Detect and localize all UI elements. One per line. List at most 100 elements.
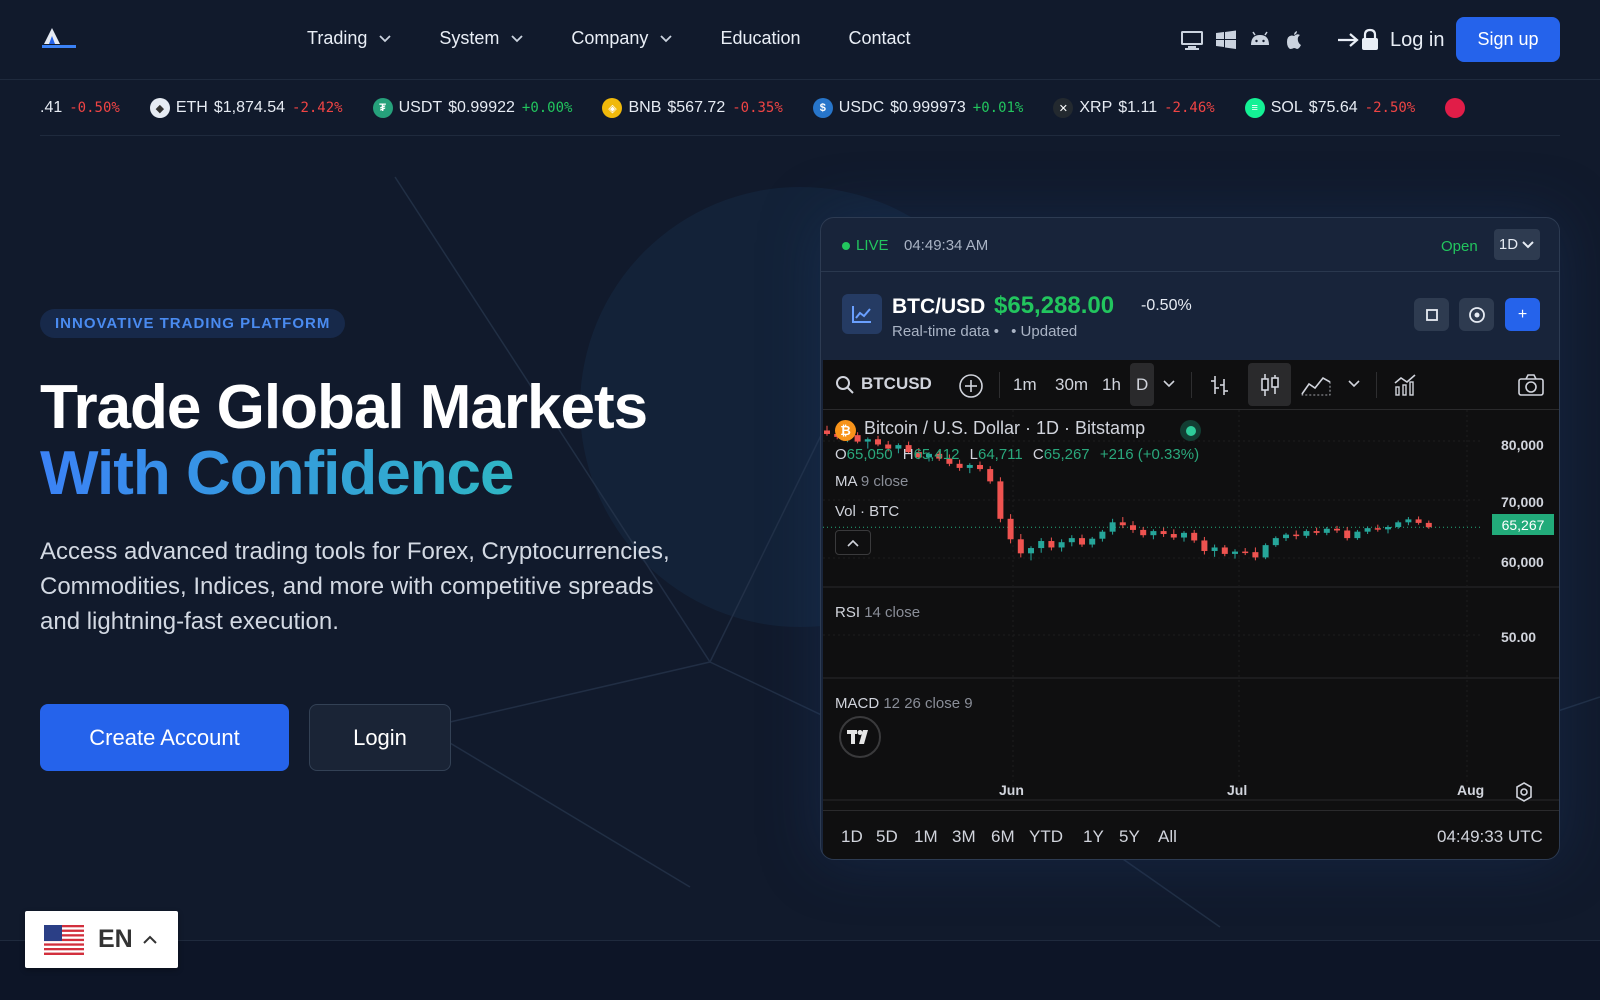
indicators-icon[interactable]: [1393, 373, 1417, 397]
interval-1h[interactable]: 1h: [1102, 375, 1121, 395]
ticker-item[interactable]: ₮ USDT $0.99922 +0.00%: [372, 98, 572, 118]
ticker-item[interactable]: ✕ XRP $1.11 -2.46%: [1053, 98, 1215, 118]
ticker-price: $75.64: [1308, 99, 1358, 116]
search-icon[interactable]: [835, 375, 855, 395]
ticker-item[interactable]: .41 -0.50%: [40, 99, 120, 117]
chart-toolbar: BTCUSD 1m 30m 1h D: [823, 360, 1559, 410]
tradingview-logo[interactable]: [839, 716, 881, 758]
us-flag-icon: [44, 924, 84, 955]
target-button[interactable]: [1459, 298, 1494, 331]
target-icon: [1468, 306, 1485, 323]
windows-icon[interactable]: [1214, 29, 1238, 51]
nav-link-contact[interactable]: Contact: [849, 28, 911, 49]
candle-body: [1262, 545, 1269, 558]
ticker-symbol: USDC: [838, 99, 885, 116]
candle-body: [1181, 532, 1187, 538]
candle-body: [1170, 534, 1177, 538]
candle-body: [1272, 538, 1279, 546]
range-3m[interactable]: 3M: [952, 827, 976, 847]
range-5y[interactable]: 5Y: [1119, 827, 1140, 847]
candle-body: [966, 464, 973, 468]
candle-body: [1099, 531, 1106, 539]
compare-plus-icon[interactable]: [958, 373, 984, 399]
tradingview-chart[interactable]: BTCUSD 1m 30m 1h D ₿ Bitcoin / U.S. Doll…: [823, 360, 1559, 859]
ticker-item[interactable]: ◈ BNB $567.72 -0.35%: [602, 98, 783, 118]
ticker-price: $1,874.54: [213, 99, 286, 116]
language-selector[interactable]: EN: [25, 911, 178, 968]
range-ytd[interactable]: YTD: [1029, 827, 1063, 847]
candles-style-icon[interactable]: [1258, 372, 1282, 398]
chart-title: Bitcoin / U.S. Dollar · 1D · Bitstamp: [864, 418, 1146, 438]
camera-icon[interactable]: [1517, 373, 1545, 397]
fullscreen-button[interactable]: [1414, 298, 1449, 331]
interval-1m[interactable]: 1m: [1013, 375, 1037, 395]
range-1y[interactable]: 1Y: [1083, 827, 1104, 847]
collapse-legend-button[interactable]: [835, 530, 871, 555]
ticker-item[interactable]: $ USDC $0.999973 +0.01%: [812, 98, 1023, 118]
pair-price: $65,288.00: [994, 292, 1115, 319]
nav-link-education[interactable]: Education: [720, 28, 800, 49]
login-button[interactable]: Login: [309, 704, 451, 771]
range-1d[interactable]: 1D: [841, 827, 863, 847]
nav-link-trading[interactable]: Trading: [307, 28, 392, 49]
ticker-change: -0.35%: [732, 100, 783, 116]
nav-link-label: System: [439, 28, 500, 48]
chevron-down-icon[interactable]: [1163, 380, 1175, 388]
candle-body: [1303, 531, 1310, 536]
price-axis-label: 80,000: [1501, 437, 1544, 453]
ticker-item[interactable]: ◆ ETH $1,874.54 -2.42%: [149, 98, 343, 118]
market-status: Open: [1441, 238, 1478, 255]
toolbar-separator: [999, 372, 1000, 398]
ma-legend: MA 9 close: [835, 473, 909, 490]
candle-body: [1150, 531, 1157, 536]
apple-icon[interactable]: [1282, 29, 1306, 51]
settings-gear-icon[interactable]: [1514, 782, 1534, 802]
time-axis-label: Aug: [1457, 782, 1485, 798]
ticker-symbol: BNB: [628, 99, 662, 116]
chevron-up-icon: [847, 539, 859, 547]
area-style-icon[interactable]: [1301, 374, 1331, 396]
signup-button[interactable]: Sign up: [1456, 17, 1560, 62]
candle-body: [1140, 529, 1147, 536]
bars-style-icon[interactable]: [1207, 373, 1231, 397]
range-6m[interactable]: 6M: [991, 827, 1015, 847]
ticker-symbol: USDT: [398, 99, 443, 116]
ticker-item[interactable]: ≡ SOL $75.64 -2.50%: [1244, 98, 1415, 118]
interval-select[interactable]: 1D: [1494, 229, 1540, 260]
nav-link-system[interactable]: System: [439, 28, 524, 49]
candle-body: [1364, 528, 1371, 532]
live-dot: [842, 241, 850, 250]
bitcoin-icon: ₿: [835, 420, 856, 441]
candle-body: [1160, 531, 1167, 535]
add-button[interactable]: +: [1505, 298, 1540, 331]
range-all[interactable]: All: [1158, 827, 1177, 847]
interval-30m[interactable]: 30m: [1055, 375, 1088, 395]
symbol-search[interactable]: BTCUSD: [861, 374, 932, 394]
candle-body: [1405, 519, 1412, 523]
ticker-price: .41: [40, 99, 63, 116]
chevron-down-icon[interactable]: [1348, 380, 1360, 388]
candle-body: [1242, 551, 1249, 554]
login-link[interactable]: Log in: [1336, 28, 1445, 52]
last-price-tag: 65,267: [1492, 514, 1554, 535]
ticker-symbol: SOL: [1270, 99, 1303, 116]
partial-coin-icon: [1445, 98, 1466, 118]
interval-d[interactable]: D: [1136, 375, 1148, 395]
candle-body: [1385, 526, 1391, 530]
range-5d[interactable]: 5D: [876, 827, 898, 847]
utc-clock[interactable]: 04:49:33 UTC: [1437, 827, 1543, 847]
nav-link-label: Company: [571, 28, 649, 48]
sol-icon: ≡: [1244, 98, 1265, 118]
android-icon[interactable]: [1248, 29, 1272, 51]
rsi-axis-label: 50.00: [1501, 629, 1537, 645]
chart-plot[interactable]: [823, 410, 1559, 810]
nav-link-company[interactable]: Company: [571, 28, 673, 49]
add-label: +: [1517, 305, 1528, 323]
candle-body: [1007, 518, 1014, 540]
range-1m[interactable]: 1M: [914, 827, 938, 847]
desktop-icon[interactable]: [1180, 29, 1204, 51]
market-open-dot: [1180, 420, 1201, 441]
time-axis-label: Jun: [999, 782, 1024, 798]
create-account-button[interactable]: Create Account: [40, 704, 289, 771]
brand-logo[interactable]: [40, 26, 78, 52]
